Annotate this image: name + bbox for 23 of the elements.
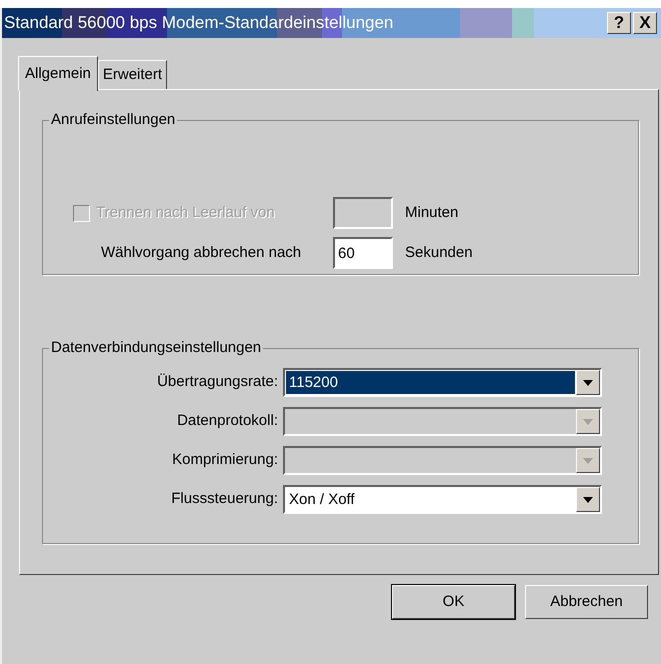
group-title: Anrufeinstellungen: [49, 111, 178, 129]
field-label: Datenprotokoll:: [176, 411, 279, 432]
group-title: Datenverbindungseinstellungen: [49, 339, 264, 357]
field-label: Wählvorgang abbrechen nach: [101, 242, 302, 263]
tab[interactable]: Allgemein: [18, 56, 98, 91]
caret-icon: [583, 380, 593, 386]
input-field[interactable]: 60: [333, 237, 393, 269]
caret-icon: [583, 458, 593, 464]
dropdown[interactable]: 115200: [283, 368, 602, 397]
window-title: Standard 56000 bps Modem-Standardeinstellungen: [4, 12, 394, 34]
cancel-button[interactable]: Abbrechen: [525, 585, 648, 619]
caret-icon: [583, 418, 593, 424]
tab[interactable]: Erweitert: [98, 60, 168, 89]
caret-icon: [583, 496, 593, 502]
dropdown[interactable]: Xon / Xoff: [283, 485, 602, 514]
help-button[interactable]: ?: [607, 12, 631, 34]
unit-label: Minuten: [405, 202, 458, 223]
field-label: Flusssteuerung:: [170, 489, 279, 510]
unit-label: Sekunden: [405, 242, 473, 263]
close-button[interactable]: X: [633, 12, 657, 34]
field-label: Übertragungsrate:: [156, 372, 279, 392]
ok-button[interactable]: OK: [392, 585, 515, 619]
field-label: Komprimierung:: [171, 450, 279, 470]
